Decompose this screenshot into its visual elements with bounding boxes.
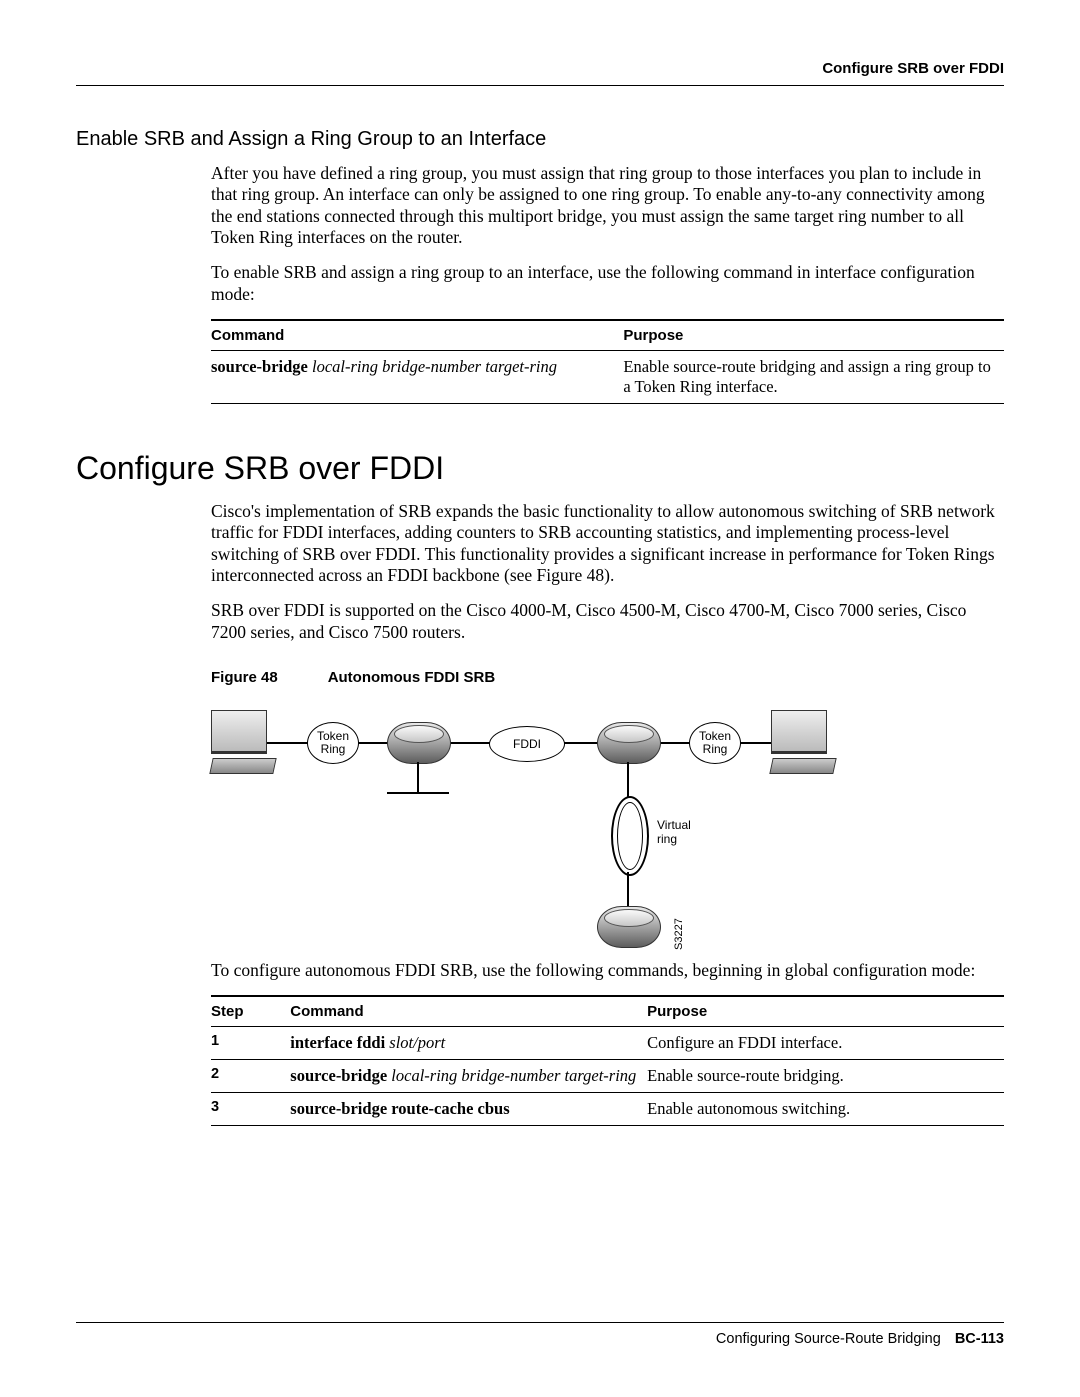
command-purpose: Enable source-route bridging and assign …: [623, 351, 1004, 404]
paragraph: To configure autonomous FDDI SRB, use th…: [211, 960, 1004, 981]
paragraph: Cisco's implementation of SRB expands th…: [211, 501, 1004, 586]
paragraph: After you have defined a ring group, you…: [211, 163, 1004, 248]
wire: [627, 762, 629, 798]
table-row: 3 source-bridge route-cache cbus Enable …: [211, 1093, 1004, 1126]
table-row: source-bridge local-ring bridge-number t…: [211, 351, 1004, 404]
step-number: 3: [211, 1093, 290, 1126]
figure-number: Figure 48: [211, 669, 278, 686]
table-header: Purpose: [623, 320, 1004, 351]
footer-chapter: Configuring Source-Route Bridging: [716, 1331, 941, 1347]
wire: [627, 872, 629, 908]
table-header: Command: [290, 996, 647, 1027]
subsection-title: Enable SRB and Assign a Ring Group to an…: [76, 128, 1004, 151]
command-table: Command Purpose source-bridge local-ring…: [211, 319, 1004, 404]
wire: [417, 762, 419, 792]
command-keyword: source-bridge route-cache cbus: [290, 1099, 509, 1118]
diagram-id: S3227: [673, 918, 685, 950]
command-args: local-ring bridge-number target-ring: [308, 357, 557, 376]
router-icon: [597, 906, 661, 948]
table-header: Command: [211, 320, 623, 351]
token-ring-label: Token Ring: [307, 722, 359, 764]
paragraph: SRB over FDDI is supported on the Cisco …: [211, 600, 1004, 643]
token-ring-label: Token Ring: [689, 722, 741, 764]
workstation-icon: [771, 710, 837, 770]
wire: [387, 792, 449, 794]
step-number: 2: [211, 1060, 290, 1093]
virtual-ring-label: Virtual ring: [657, 818, 691, 846]
running-header: Configure SRB over FDDI: [76, 60, 1004, 86]
fddi-label: FDDI: [489, 726, 565, 762]
command-keyword: source-bridge: [290, 1066, 387, 1085]
command-purpose: Configure an FDDI interface.: [647, 1027, 1004, 1060]
command-purpose: Enable source-route bridging.: [647, 1060, 1004, 1093]
command-keyword: interface fddi: [290, 1033, 385, 1052]
router-icon: [597, 722, 661, 764]
virtual-ring-icon: [611, 796, 649, 876]
workstation-icon: [211, 710, 277, 770]
page-number: BC-113: [955, 1331, 1004, 1347]
table-header: Purpose: [647, 996, 1004, 1027]
table-row: 2 source-bridge local-ring bridge-number…: [211, 1060, 1004, 1093]
page-footer: Configuring Source-Route Bridging BC-113: [76, 1322, 1004, 1347]
command-args: slot/port: [385, 1033, 445, 1052]
table-row: 1 interface fddi slot/port Configure an …: [211, 1027, 1004, 1060]
figure-diagram: Token Ring FDDI Token Ring Virtual ring: [211, 700, 851, 960]
figure-title: Autonomous FDDI SRB: [328, 669, 495, 686]
command-purpose: Enable autonomous switching.: [647, 1093, 1004, 1126]
step-table: Step Command Purpose 1 interface fddi sl…: [211, 995, 1004, 1126]
table-header: Step: [211, 996, 290, 1027]
paragraph: To enable SRB and assign a ring group to…: [211, 262, 1004, 305]
figure-caption: Figure 48 Autonomous FDDI SRB: [211, 669, 1004, 686]
command-keyword: source-bridge: [211, 357, 308, 376]
command-args: local-ring bridge-number target-ring: [387, 1066, 636, 1085]
router-icon: [387, 722, 451, 764]
step-number: 1: [211, 1027, 290, 1060]
major-section-title: Configure SRB over FDDI: [76, 450, 1004, 487]
